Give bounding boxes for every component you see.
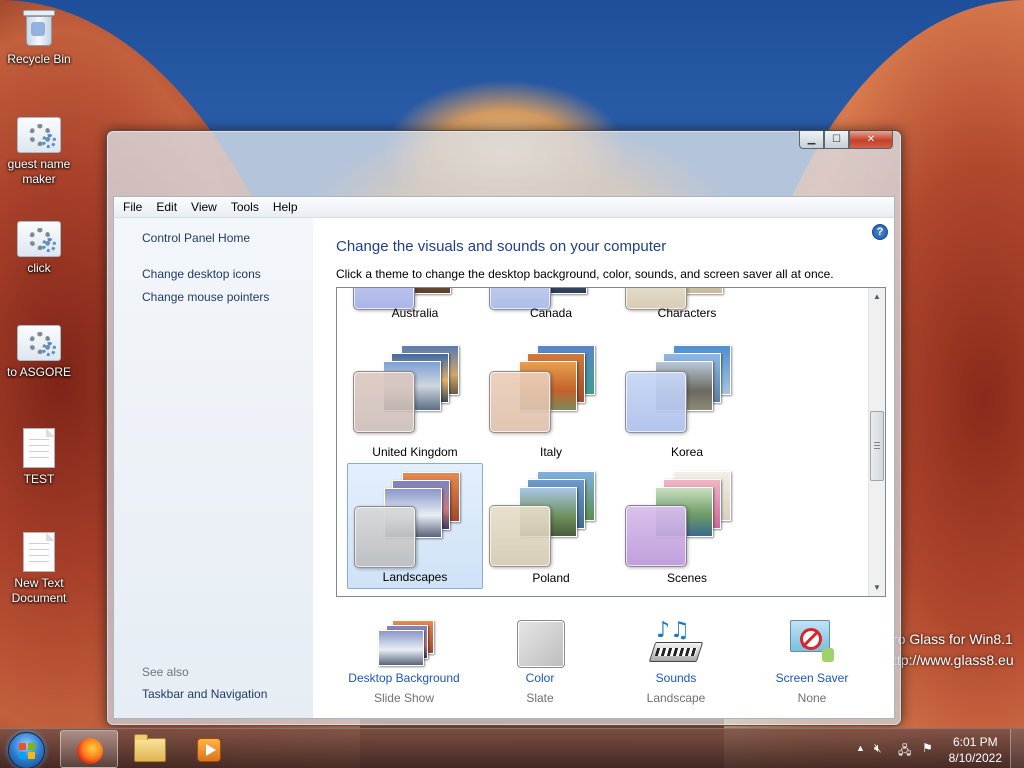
option-name: Color: [525, 671, 555, 685]
watermark-line: ttp://www.glass8.eu: [893, 652, 1014, 668]
desktop-icon-click[interactable]: click: [4, 221, 74, 276]
clock-time: 6:01 PM: [952, 735, 998, 749]
see-also-heading: See also: [142, 665, 189, 679]
theme-tile-poland[interactable]: Poland: [483, 463, 619, 589]
sounds-icon: ♪♫: [648, 618, 704, 668]
watermark-line: ro Glass for Win8.1: [893, 631, 1013, 647]
option-value: Slate: [526, 691, 554, 705]
application-icon: [17, 325, 61, 361]
theme-label: Canada: [529, 306, 573, 320]
color-swatch-icon: [517, 620, 565, 668]
clock[interactable]: 6:01 PM 8/10/2022: [949, 734, 1002, 766]
page-description: Click a theme to change the desktop back…: [336, 267, 834, 281]
scroll-thumb[interactable]: [870, 411, 884, 481]
theme-tile-scenes[interactable]: Scenes: [619, 463, 755, 589]
network-icon[interactable]: 🖧︎: [898, 741, 911, 762]
desktop-icon-guest-name-maker[interactable]: guest name maker: [4, 117, 74, 187]
show-desktop-button[interactable]: [1010, 729, 1024, 768]
theme-label: Italy: [539, 445, 562, 459]
theme-tile-united-kingdom[interactable]: United Kingdom: [347, 337, 483, 463]
volume-muted-icon[interactable]: 🔇︎: [874, 741, 882, 756]
desktop-icon-label: guest name maker: [7, 157, 71, 186]
scroll-down-arrow[interactable]: ▼: [869, 579, 885, 596]
desktop-icon-label: TEST: [23, 472, 55, 486]
show-hidden-icons-button[interactable]: ▲: [856, 743, 865, 753]
option-value: Slide Show: [373, 691, 435, 705]
option-name: Desktop Background: [348, 671, 460, 685]
theme-label: Scenes: [666, 571, 708, 585]
theme-tile-australia[interactable]: Australia: [347, 288, 483, 324]
personalization-window[interactable]: ▁ ☐ ✕ File Edit View Tools Help Control …: [106, 130, 902, 726]
desktop-icon-label: to ASGORE: [6, 365, 72, 379]
screen-saver-icon: [788, 618, 838, 668]
theme-label: Landscapes: [382, 570, 448, 584]
theme-tile-korea[interactable]: Korea: [619, 337, 755, 463]
taskbar: ▲ 🔇︎ 🖧︎ ⚑ 6:01 PM 8/10/2022: [0, 728, 1024, 768]
firefox-icon: [77, 738, 103, 764]
desktop-icon-label: click: [27, 261, 51, 275]
help-icon[interactable]: ?: [872, 224, 888, 240]
file-explorer-icon: [134, 734, 166, 762]
taskbar-and-navigation-link[interactable]: Taskbar and Navigation: [142, 687, 267, 701]
left-task-pane: Control Panel Home Change desktop icons …: [114, 218, 313, 718]
menu-help[interactable]: Help: [266, 200, 305, 214]
option-value: None: [797, 691, 827, 705]
change-mouse-pointers-link[interactable]: Change mouse pointers: [142, 290, 269, 304]
start-button[interactable]: [8, 732, 45, 768]
menu-bar: File Edit View Tools Help: [113, 196, 895, 218]
theme-label: Poland: [532, 571, 570, 585]
page-title: Change the visuals and sounds on your co…: [336, 238, 667, 255]
option-name: Sounds: [655, 671, 697, 685]
desktop-icon-recycle-bin[interactable]: Recycle Bin: [4, 8, 74, 67]
theme-label: Characters: [657, 306, 717, 320]
theme-tile-canada[interactable]: Canada: [483, 288, 619, 324]
theme-label: United Kingdom: [372, 445, 458, 459]
theme-label: Australia: [391, 306, 439, 320]
desktop-background-icon: [378, 620, 436, 666]
application-icon: [17, 221, 61, 257]
content-area: Control Panel Home Change desktop icons …: [113, 218, 895, 719]
theme-tile-characters[interactable]: Characters: [619, 288, 755, 324]
maximize-button[interactable]: ☐: [824, 131, 849, 149]
option-value: Landscape: [646, 691, 706, 705]
taskbar-media-player[interactable]: [180, 730, 238, 768]
desktop-icon-to-asgore[interactable]: to ASGORE: [4, 325, 74, 380]
menu-edit[interactable]: Edit: [149, 200, 184, 214]
minimize-button[interactable]: ▁: [799, 131, 824, 149]
desktop-icon-new-text-document[interactable]: New Text Document: [4, 532, 74, 606]
text-document-icon: [23, 428, 55, 468]
clock-date: 8/10/2022: [948, 751, 1002, 765]
application-icon: [17, 117, 61, 153]
menu-tools[interactable]: Tools: [224, 200, 266, 214]
option-name: Screen Saver: [775, 671, 849, 685]
system-tray: ▲ 🔇︎ 🖧︎ ⚑ 6:01 PM 8/10/2022: [834, 729, 1024, 768]
windows-logo-icon: [19, 743, 36, 760]
gallery-scrollbar[interactable]: ▲ ▼: [868, 288, 885, 596]
desktop-icon-label: New Text Document: [11, 576, 67, 605]
change-desktop-icons-link[interactable]: Change desktop icons: [142, 267, 261, 281]
theme-label: Korea: [670, 445, 704, 459]
caption-buttons: ▁ ☐ ✕: [799, 131, 893, 149]
text-document-icon: [23, 532, 55, 572]
glass-watermark: ro Glass for Win8.1 ttp://www.glass8.eu: [893, 629, 1014, 671]
action-center-flag-icon[interactable]: ⚑: [922, 741, 933, 755]
recycle-bin-icon: [22, 8, 56, 48]
theme-gallery[interactable]: Australia Canada Characters United Kingd…: [336, 287, 886, 597]
menu-view[interactable]: View: [184, 200, 224, 214]
scroll-up-arrow[interactable]: ▲: [869, 288, 885, 305]
media-player-icon: [197, 738, 221, 762]
taskbar-file-explorer[interactable]: [120, 730, 178, 768]
theme-tile-italy[interactable]: Italy: [483, 337, 619, 463]
taskbar-firefox[interactable]: [60, 730, 118, 768]
desktop-icon-test[interactable]: TEST: [4, 428, 74, 487]
desktop-icon-label: Recycle Bin: [7, 52, 71, 66]
close-button[interactable]: ✕: [849, 131, 893, 149]
theme-tile-landscapes[interactable]: Landscapes: [347, 463, 483, 589]
control-panel-home-link[interactable]: Control Panel Home: [142, 231, 250, 245]
menu-file[interactable]: File: [116, 200, 149, 214]
